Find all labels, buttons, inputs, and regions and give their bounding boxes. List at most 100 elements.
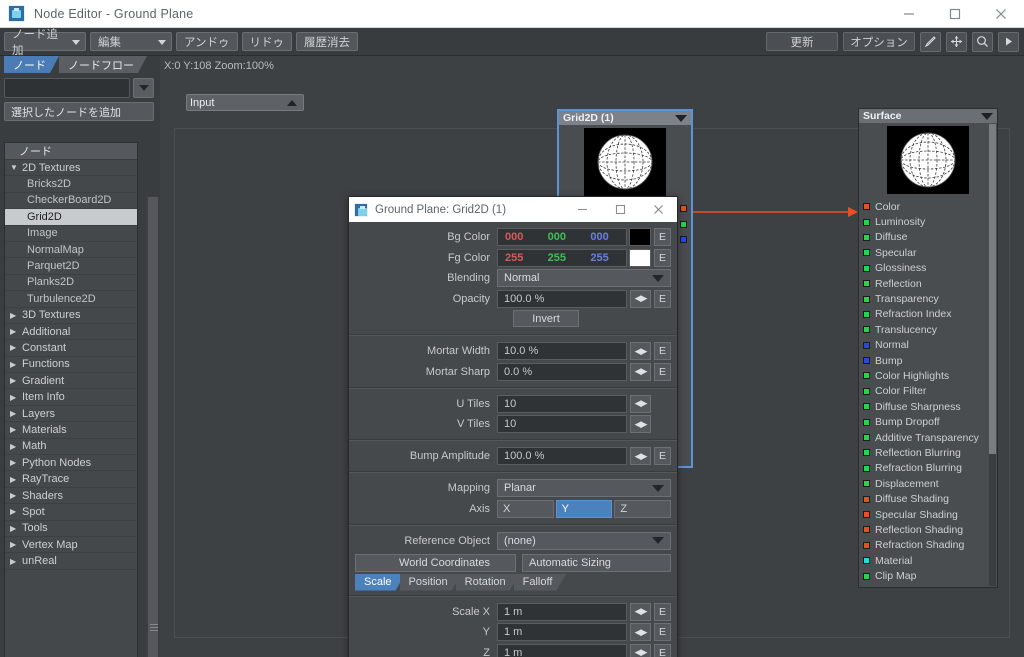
triangle-right-icon[interactable]: ▶: [10, 442, 19, 451]
tree-item-shaders[interactable]: ▶ Shaders: [5, 488, 137, 505]
tree-item-grid2d[interactable]: Grid2D: [5, 209, 137, 226]
scale-z-input[interactable]: 1 m: [497, 643, 627, 657]
tree-item-bricks2d[interactable]: Bricks2D: [5, 176, 137, 193]
chevron-down-icon[interactable]: [981, 112, 993, 120]
scale-y-stepper[interactable]: ◀▶: [630, 623, 651, 641]
blending-select[interactable]: Normal: [497, 269, 671, 287]
subtab-position[interactable]: Position: [400, 574, 462, 591]
fg-color-swatch[interactable]: [629, 248, 651, 267]
bump-amplitude-input[interactable]: 100.0 %: [497, 447, 627, 465]
sidebar-resize-handle[interactable]: [147, 196, 159, 657]
port-row[interactable]: Translucency: [859, 322, 997, 337]
port-dot-icon[interactable]: [863, 387, 870, 395]
scale-z-envelope-button[interactable]: E: [654, 643, 671, 657]
port-dot-icon[interactable]: [863, 541, 870, 549]
minimize-icon[interactable]: [886, 0, 932, 28]
undo-button[interactable]: アンドゥ: [176, 32, 238, 51]
pen-icon[interactable]: [920, 31, 941, 52]
bg-color-swatch[interactable]: [629, 228, 651, 246]
triangle-right-icon[interactable]: ▶: [10, 475, 19, 484]
tree-item-constant[interactable]: ▶ Constant: [5, 340, 137, 357]
triangle-right-icon[interactable]: ▶: [10, 360, 19, 369]
port-dot-icon[interactable]: [863, 233, 870, 241]
scale-y-envelope-button[interactable]: E: [654, 623, 671, 641]
mortar-sharp-stepper[interactable]: ◀▶: [630, 362, 651, 381]
axis-button-x[interactable]: X: [497, 499, 554, 518]
triangle-right-icon[interactable]: ▶: [10, 507, 19, 516]
triangle-right-icon[interactable]: ▶: [10, 327, 19, 336]
port-row[interactable]: Diffuse Shading: [859, 491, 997, 506]
tree-item-python-nodes[interactable]: ▶ Python Nodes: [5, 455, 137, 472]
port-dot-icon[interactable]: [863, 326, 870, 334]
port-row[interactable]: Reflection: [859, 276, 997, 291]
bg-color-envelope-button[interactable]: E: [654, 228, 671, 246]
port-row[interactable]: Refraction Blurring: [859, 461, 997, 476]
world-coordinates-button[interactable]: World Coordinates: [355, 553, 516, 572]
update-button[interactable]: 更新: [766, 32, 838, 51]
automatic-sizing-button[interactable]: Automatic Sizing: [522, 553, 671, 572]
maximize-icon[interactable]: [932, 0, 978, 28]
output-port-dot-icon[interactable]: [680, 220, 687, 228]
port-dot-icon[interactable]: [863, 480, 870, 488]
scale-x-envelope-button[interactable]: E: [654, 602, 671, 621]
triangle-down-icon[interactable]: ▼: [10, 163, 19, 172]
tree-item-planks2d[interactable]: Planks2D: [5, 275, 137, 292]
tree-item-raytrace[interactable]: ▶ RayTrace: [5, 471, 137, 488]
port-dot-icon[interactable]: [863, 418, 870, 426]
port-row[interactable]: Color Filter: [859, 384, 997, 399]
mortar-sharp-input[interactable]: 0.0 %: [497, 362, 627, 381]
tree-item-turbulence2d[interactable]: Turbulence2D: [5, 291, 137, 308]
search-dropdown-button[interactable]: [133, 78, 154, 98]
port-dot-icon[interactable]: [863, 526, 870, 534]
triangle-right-icon[interactable]: ▶: [10, 557, 19, 566]
options-button[interactable]: オプション: [843, 32, 915, 51]
triangle-right-icon[interactable]: ▶: [10, 376, 19, 385]
opacity-input[interactable]: 100.0 %: [497, 289, 627, 308]
tree-item-math[interactable]: ▶ Math: [5, 439, 137, 456]
tree-item-normalmap[interactable]: NormalMap: [5, 242, 137, 259]
triangle-right-icon[interactable]: ▶: [10, 393, 19, 402]
chevron-down-icon[interactable]: [675, 114, 687, 122]
move-icon[interactable]: [946, 31, 967, 52]
mortar-sharp-envelope-button[interactable]: E: [654, 362, 671, 381]
triangle-right-icon[interactable]: ▶: [10, 311, 19, 320]
tree-item-3d-textures[interactable]: ▶ 3D Textures: [5, 308, 137, 324]
port-dot-icon[interactable]: [863, 434, 870, 442]
port-row[interactable]: Transparency: [859, 291, 997, 306]
port-row[interactable]: Refraction Index: [859, 307, 997, 322]
port-dot-icon[interactable]: [863, 495, 870, 503]
search-input[interactable]: [4, 78, 130, 98]
grid2d-properties-dialog[interactable]: Ground Plane: Grid2D (1) Bg Color 000 00…: [348, 196, 678, 657]
u-tiles-stepper[interactable]: ◀▶: [630, 394, 651, 413]
port-dot-icon[interactable]: [863, 341, 870, 349]
fg-color-envelope-button[interactable]: E: [654, 248, 671, 267]
tree-item-materials[interactable]: ▶ Materials: [5, 422, 137, 439]
opacity-envelope-button[interactable]: E: [654, 289, 671, 308]
port-row[interactable]: Color Highlights: [859, 368, 997, 383]
scale-y-input[interactable]: 1 m: [497, 623, 627, 641]
triangle-right-icon[interactable]: ▶: [10, 491, 19, 500]
port-row[interactable]: Diffuse: [859, 230, 997, 245]
triangle-right-icon[interactable]: ▶: [10, 540, 19, 549]
opacity-stepper[interactable]: ◀▶: [630, 289, 651, 308]
port-dot-icon[interactable]: [863, 203, 870, 211]
port-row[interactable]: Clip Map: [859, 568, 997, 583]
v-tiles-stepper[interactable]: ◀▶: [630, 415, 651, 433]
node-surface-header[interactable]: Surface: [859, 109, 997, 123]
port-dot-icon[interactable]: [863, 557, 870, 565]
port-row[interactable]: Color: [859, 199, 997, 214]
port-row[interactable]: Glossiness: [859, 261, 997, 276]
port-dot-icon[interactable]: [863, 403, 870, 411]
triangle-right-icon[interactable]: ▶: [10, 425, 19, 434]
close-icon[interactable]: [978, 0, 1024, 28]
tree-item-spot[interactable]: ▶ Spot: [5, 504, 137, 521]
bump-amplitude-stepper[interactable]: ◀▶: [630, 447, 651, 465]
port-row[interactable]: Additive Transparency: [859, 430, 997, 445]
reference-object-select[interactable]: (none): [497, 531, 671, 550]
port-row[interactable]: Specular: [859, 245, 997, 260]
tab-node[interactable]: ノード: [4, 56, 59, 73]
edit-menu-button[interactable]: 編集: [90, 32, 172, 51]
subtab-falloff[interactable]: Falloff: [514, 574, 567, 591]
dialog-maximize-icon[interactable]: [601, 197, 639, 222]
node-tree[interactable]: ノード ▼ 2D Textures Bricks2D CheckerBoard2D Gr…: [4, 142, 138, 657]
